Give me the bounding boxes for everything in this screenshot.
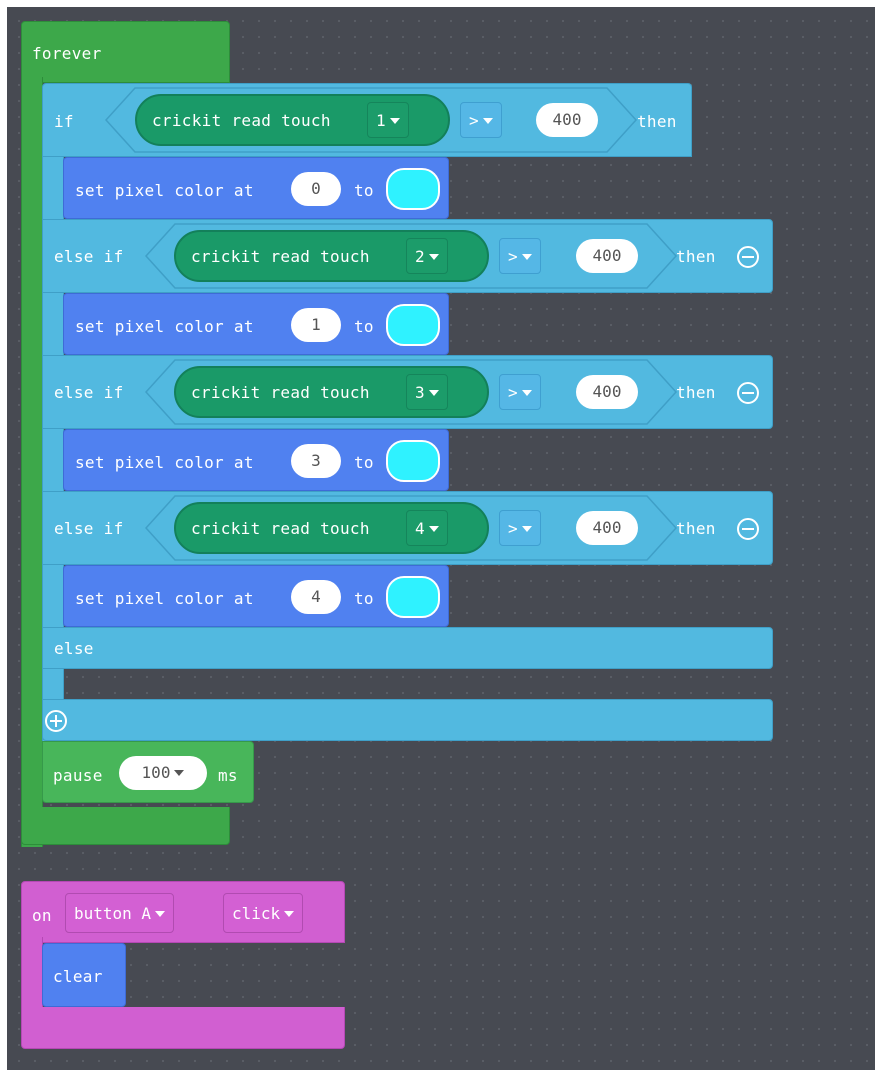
forever-block-spine <box>21 77 43 847</box>
pixel-index-input-1[interactable]: 1 <box>291 308 341 342</box>
pause-duration-value: 100 <box>141 763 171 782</box>
pin-dropdown-3[interactable]: 3 <box>406 374 448 410</box>
operator-value-4: > <box>508 519 518 538</box>
set-pixel-label-0: set pixel color at <box>75 181 254 200</box>
else-label: else <box>54 639 94 658</box>
pixel-index-input-0[interactable]: 0 <box>291 172 341 206</box>
dropdown-caret-icon <box>389 117 400 124</box>
on-button-block-spine <box>21 937 43 1007</box>
else-row[interactable] <box>42 627 773 669</box>
to-label-2: to <box>354 453 374 472</box>
color-picker-0[interactable] <box>386 168 440 210</box>
operator-value-1: > <box>469 111 479 130</box>
operator-dropdown-1[interactable]: > <box>460 102 502 138</box>
pin-dropdown-2[interactable]: 2 <box>406 238 448 274</box>
pin-value-4: 4 <box>415 519 425 538</box>
touch-label-4: crickit read touch <box>191 519 370 538</box>
if-label: if <box>54 112 74 131</box>
operator-dropdown-3[interactable]: > <box>499 374 541 410</box>
then-label-3: then <box>676 383 716 402</box>
operator-value-2: > <box>508 247 518 266</box>
touch-label-2: crickit read touch <box>191 247 370 266</box>
remove-branch-icon[interactable] <box>737 382 759 404</box>
dropdown-caret-icon <box>482 117 493 124</box>
pixel-index-input-2[interactable]: 3 <box>291 444 341 478</box>
pin-value-1: 1 <box>376 111 386 130</box>
color-picker-3[interactable] <box>386 576 440 618</box>
event-value: click <box>232 904 281 923</box>
else-if-label-4: else if <box>54 519 124 538</box>
to-label-0: to <box>354 181 374 200</box>
pin-value-2: 2 <box>415 247 425 266</box>
else-empty-slot <box>64 669 773 699</box>
operator-dropdown-4[interactable]: > <box>499 510 541 546</box>
threshold-input-2[interactable]: 400 <box>576 239 638 273</box>
threshold-input-1[interactable]: 400 <box>536 103 598 137</box>
operator-dropdown-2[interactable]: > <box>499 238 541 274</box>
pause-label: pause <box>53 766 103 785</box>
dropdown-caret-icon <box>284 910 295 917</box>
add-branch-icon[interactable] <box>45 710 67 732</box>
to-label-3: to <box>354 589 374 608</box>
set-pixel-label-1: set pixel color at <box>75 317 254 336</box>
dropdown-caret-icon <box>428 253 439 260</box>
event-dropdown[interactable]: click <box>223 893 304 933</box>
threshold-input-3[interactable]: 400 <box>576 375 638 409</box>
then-label-2: then <box>676 247 716 266</box>
color-picker-1[interactable] <box>386 304 440 346</box>
if-block-footer <box>42 699 773 741</box>
on-label: on <box>32 906 52 925</box>
pin-dropdown-1[interactable]: 1 <box>367 102 409 138</box>
remove-branch-icon[interactable] <box>737 246 759 268</box>
set-pixel-label-3: set pixel color at <box>75 589 254 608</box>
pin-dropdown-4[interactable]: 4 <box>406 510 448 546</box>
touch-label-1: crickit read touch <box>152 111 331 130</box>
color-picker-2[interactable] <box>386 440 440 482</box>
dropdown-caret-icon <box>428 389 439 396</box>
button-value: button A <box>74 904 152 923</box>
else-if-label-2: else if <box>54 247 124 266</box>
dropdown-caret-icon <box>428 525 439 532</box>
on-button-block-footer <box>21 1007 345 1049</box>
then-label-4: then <box>676 519 716 538</box>
dropdown-caret-icon <box>155 910 166 917</box>
else-if-label-3: else if <box>54 383 124 402</box>
forever-block-footer <box>21 807 230 845</box>
pin-value-3: 3 <box>415 383 425 402</box>
dropdown-caret-icon <box>521 525 532 532</box>
pause-unit-label: ms <box>218 766 238 785</box>
pause-duration-dropdown[interactable]: 100 <box>119 756 207 790</box>
dropdown-caret-icon <box>521 389 532 396</box>
forever-label: forever <box>32 44 102 63</box>
blocks-workspace[interactable]: forever if crickit read touch 1 > 400 th… <box>7 7 875 1070</box>
button-dropdown[interactable]: button A <box>65 893 175 933</box>
remove-branch-icon[interactable] <box>737 518 759 540</box>
threshold-input-4[interactable]: 400 <box>576 511 638 545</box>
dropdown-caret-icon <box>521 253 532 260</box>
set-pixel-label-2: set pixel color at <box>75 453 254 472</box>
touch-label-3: crickit read touch <box>191 383 370 402</box>
pixel-index-input-3[interactable]: 4 <box>291 580 341 614</box>
then-label-1: then <box>637 112 677 131</box>
clear-label: clear <box>53 967 103 986</box>
dropdown-caret-icon <box>174 769 185 776</box>
to-label-1: to <box>354 317 374 336</box>
operator-value-3: > <box>508 383 518 402</box>
